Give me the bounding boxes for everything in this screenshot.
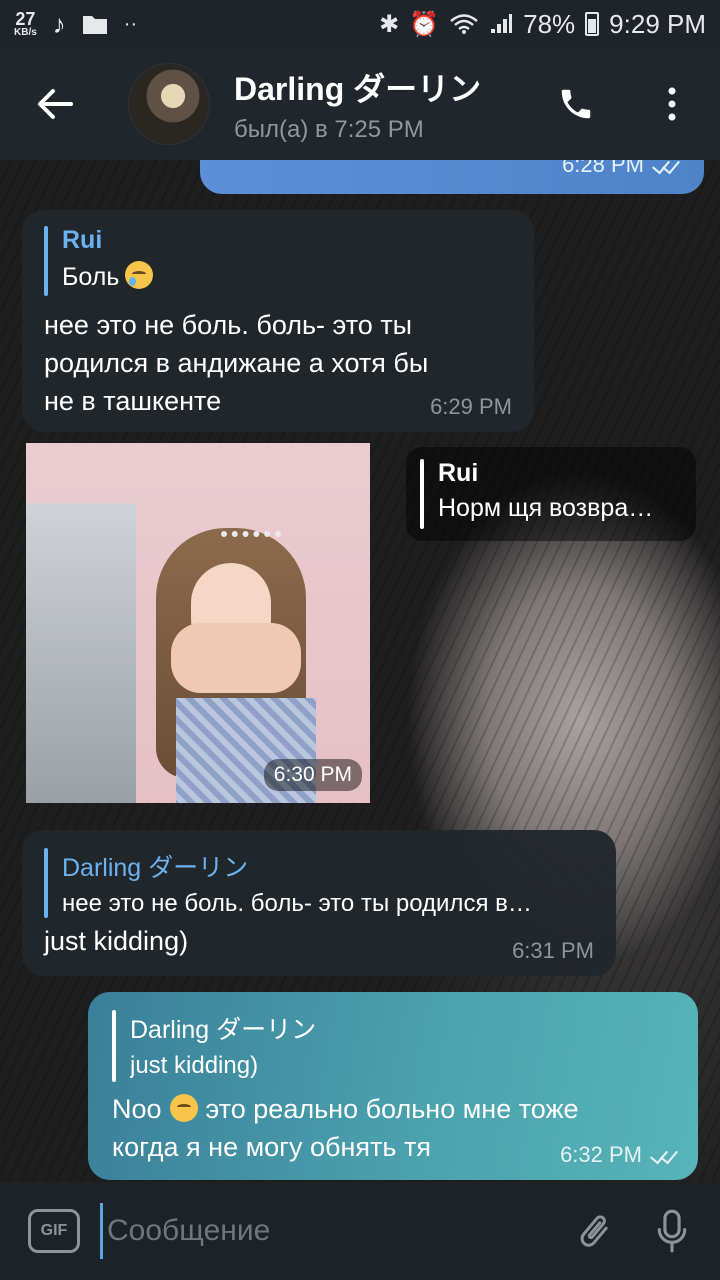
last-seen-status: был(а) в 7:25 PM (234, 116, 424, 143)
message-bubble-incoming[interactable]: Darling ダーリン нее это не боль. боль- это … (22, 830, 616, 976)
battery-percent: 78% (523, 8, 576, 39)
message-bubble-outgoing[interactable]: 6:28 PM (200, 160, 704, 194)
reply-author: Rui (438, 459, 479, 487)
reply-bar (44, 848, 48, 918)
message-time: 6:30 PM (263, 759, 362, 791)
phone-icon (561, 89, 591, 119)
message-input[interactable] (100, 1203, 564, 1259)
crying-face-icon (125, 261, 154, 289)
reply-bar (420, 459, 424, 529)
more-notifications-icon: ·· (123, 12, 138, 35)
avatar[interactable] (128, 63, 210, 145)
reply-bar (44, 226, 48, 296)
folder-icon (82, 16, 107, 34)
wifi-icon (450, 14, 478, 34)
reply-bar (112, 1010, 116, 1082)
microphone-icon (657, 1209, 687, 1253)
photo-message[interactable]: 6:30 PM (26, 443, 370, 803)
message-bubble-outgoing[interactable]: Darling ダーリン just kidding) Noo это реальн… (88, 992, 698, 1180)
more-options-button[interactable] (644, 76, 700, 132)
message-text-line: нее это не боль. боль- это ты (44, 310, 413, 340)
message-bubble-incoming[interactable]: Rui Боль нее это не боль. боль- это ты р… (22, 210, 534, 432)
reply-preview[interactable]: Rui Норм щя возвра… (406, 447, 696, 541)
message-text-start: Noo (112, 1094, 162, 1124)
net-speed: 27 KB/s (14, 10, 37, 38)
chat-header: Darling ダーリン был(а) в 7:25 PM (0, 48, 720, 160)
more-vertical-icon (668, 87, 676, 121)
reply-preview[interactable]: Darling ダーリン just kidding) (112, 1010, 674, 1082)
message-text-line: это реально больно мне тоже (205, 1094, 579, 1124)
signal-icon (491, 14, 513, 33)
reply-author: Darling ダーリン (62, 854, 249, 882)
call-button[interactable] (548, 76, 604, 132)
net-speed-unit: KB/s (14, 27, 37, 38)
gif-button[interactable]: GIF (28, 1209, 80, 1253)
net-speed-value: 27 (15, 9, 36, 29)
voice-message-button[interactable] (642, 1201, 702, 1261)
paperclip-icon (580, 1215, 608, 1247)
music-icon: ♪ (52, 8, 66, 39)
reply-preview[interactable]: Rui Боль (44, 226, 512, 296)
attach-button[interactable] (564, 1201, 624, 1261)
reply-text: нее это не боль. боль- это ты родился в… (62, 890, 532, 917)
back-button[interactable] (26, 75, 84, 133)
alarm-icon: ⏰ (409, 10, 440, 38)
message-text-line: родился в андижане а хотя бы (44, 348, 429, 378)
chat-title-area[interactable]: Darling ダーリン был(а) в 7:25 PM (234, 64, 548, 144)
melting-face-icon (169, 1094, 198, 1122)
chat-title: Darling ダーリン (234, 71, 482, 107)
clock: 9:29 PM (609, 8, 706, 39)
reply-text: just kidding) (130, 1052, 259, 1079)
reply-text: Норм щя возвра… (438, 494, 654, 522)
reply-text: Боль (62, 263, 120, 291)
reply-author: Rui (62, 226, 103, 254)
battery-icon (585, 12, 600, 36)
status-bar: 27 KB/s ♪ ·· ✱ ⏰ 78% 9:29 PM (0, 0, 720, 48)
message-input-bar: GIF (0, 1182, 720, 1280)
double-check-icon (650, 160, 684, 175)
arrow-left-icon (38, 89, 73, 119)
message-time: 6:28 PM (562, 160, 684, 178)
reply-preview[interactable]: Darling ダーリン нее это не боль. боль- это … (44, 848, 594, 918)
bluetooth-icon: ✱ (379, 10, 400, 38)
message-time: 6:32 PM (560, 1142, 682, 1168)
chat-area[interactable]: 6:28 PM Rui Боль нее это не боль. боль- … (0, 160, 720, 1182)
message-time: 6:31 PM (512, 938, 594, 963)
double-check-icon (648, 1145, 682, 1165)
message-time: 6:29 PM (430, 394, 512, 419)
reply-author: Darling ダーリン (130, 1016, 317, 1044)
